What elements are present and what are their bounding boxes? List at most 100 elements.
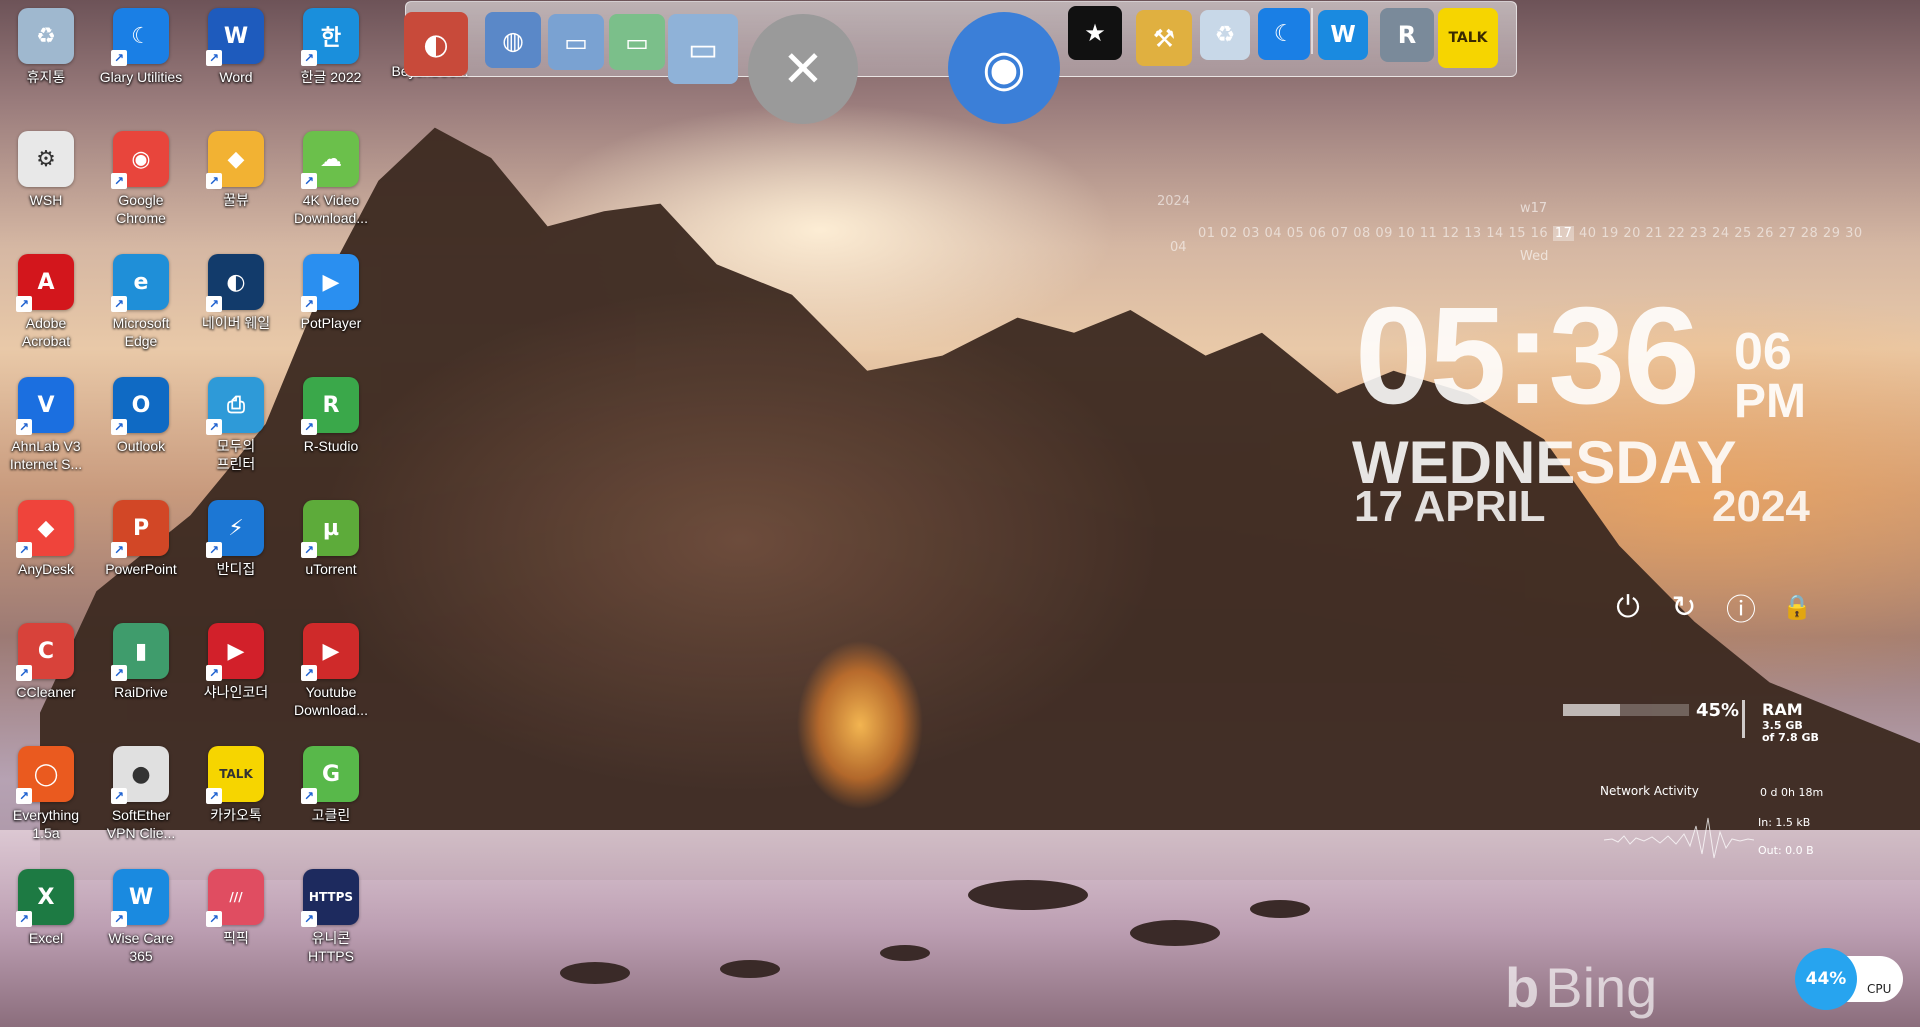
desktop-icon[interactable]: ▶ ↗ 샤나인코더 [190,615,282,701]
desktop-icon[interactable]: R ↗ R-Studio [285,369,377,455]
desktop-icon[interactable]: ⎙ ↗ 모두의 프린터 [190,369,282,473]
desktop-icon[interactable]: ☁ ↗ 4K Video Download... [285,123,377,227]
dock-globe-icon[interactable]: ◉ [948,12,1060,124]
dock-hammer-icon[interactable]: ⚒ [1136,10,1192,66]
shortcut-arrow-icon: ↗ [301,50,317,66]
desktop-icon[interactable]: O ↗ Outlook [95,369,187,455]
desktop-icon[interactable]: ♻ 휴지통 [0,0,92,86]
network-in: In: 1.5 kB [1758,816,1811,829]
dock-recycle-icon[interactable]: ♻ [1200,10,1250,60]
ram-separator [1742,700,1745,738]
ram-usage-bar [1563,704,1689,716]
desktop-icon[interactable]: C ↗ CCleaner [0,615,92,701]
desktop-icon[interactable]: 한 ↗ 한글 2022 [285,0,377,86]
desktop-icon-label: 픽픽 [223,930,249,946]
desktop-icon-image: ///↗ [206,869,264,927]
shortcut-arrow-icon: ↗ [16,665,32,681]
desktop-icon[interactable]: ▶ ↗ Youtube Download... [285,615,377,719]
dock-kakaotalk-icon[interactable]: TALK [1438,8,1498,68]
cpu-widget[interactable]: 44% CPU [1795,948,1905,1010]
desktop-icon[interactable]: ◉ ↗ Google Chrome [95,123,187,227]
desktop-icon-label: 샤나인코더 [203,684,269,700]
dock-folder-green-icon[interactable]: ▭ [609,14,665,70]
dock-folder-open-icon[interactable]: ▭ [668,14,738,84]
shortcut-arrow-icon: ↗ [301,788,317,804]
dock-tools-icon[interactable]: ✕ [748,14,858,124]
desktop-icon[interactable]: X ↗ Excel [0,861,92,947]
shortcut-arrow-icon: ↗ [206,173,222,189]
desktop-icon-image: ⎙ ↗ [206,377,264,435]
desktop-icon-image: e ↗ [111,254,169,312]
desktop-icon-image: ⚙ [18,131,74,187]
desktop-icon-label: WSH [29,192,63,208]
desktop-icon[interactable]: ⚡ ↗ 반디집 [190,492,282,578]
shortcut-arrow-icon: ↗ [111,665,127,681]
dock-wise-icon[interactable]: W [1318,10,1368,60]
desktop-icon-image: W ↗ [111,869,169,927]
desktop-icon[interactable]: ◆ ↗ AnyDesk [0,492,92,578]
desktop-icon[interactable]: W ↗ Wise Care 365 [95,861,187,965]
dock-glary-icon[interactable]: ☾ [1258,8,1310,60]
bing-watermark: b Bing [1505,955,1657,1020]
dock-folder-icon[interactable]: ▭ [548,14,604,70]
desktop-icon[interactable]: TALK ↗ 카카오톡 [190,738,282,824]
desktop-icon[interactable]: ///↗ 픽픽 [190,861,282,947]
shortcut-arrow-icon: ↗ [111,296,127,312]
shortcut-arrow-icon: ↗ [206,665,222,681]
shortcut-arrow-icon: ↗ [16,419,32,435]
desktop-icon[interactable]: ▶ ↗ PotPlayer [285,246,377,332]
desktop-icon[interactable]: ◯ ↗ Everything 1.5a [0,738,92,842]
desktop-icon[interactable]: P ↗ PowerPoint [95,492,187,578]
shortcut-arrow-icon: ↗ [16,788,32,804]
shortcut-arrow-icon: ↗ [16,911,32,927]
desktop-icon-image: ▶ ↗ [301,623,359,681]
ram-percent: 45% [1696,700,1740,721]
desktop-icon[interactable]: W ↗ Word [190,0,282,86]
shortcut-arrow-icon: ↗ [301,419,317,435]
shortcut-arrow-icon: ↗ [111,911,127,927]
network-out: Out: 0.0 B [1758,844,1814,857]
logoff-icon[interactable]: ⓘ [1722,588,1760,628]
desktop-icon[interactable]: G ↗ 고클린 [285,738,377,824]
calendar-days-before: 01 02 03 04 05 06 07 08 09 10 11 12 13 1… [1198,226,1549,241]
shortcut-arrow-icon: ↗ [301,665,317,681]
desktop-icon-label: 유니콘 HTTPS [308,930,354,964]
desktop-icon-image: 한 ↗ [301,8,359,66]
desktop-icon-image: HTTPS ↗ [301,869,359,927]
dock-tshirt-icon[interactable]: ★ [1068,6,1122,60]
desktop-icon[interactable]: ◐ ↗ 네이버 웨일 [190,246,282,332]
desktop-icon[interactable]: ◆ ↗ 꿀뷰 [190,123,282,209]
dock-network-icon[interactable]: ◍ [485,12,541,68]
shortcut-arrow-icon: ↗ [301,911,317,927]
dock-rstudio-icon[interactable]: R [1380,8,1434,62]
desktop-icon-image: ◯ ↗ [16,746,74,804]
desktop-icon[interactable]: ● ↗ SoftEther VPN Clie... [95,738,187,842]
desktop-icon-label: Youtube Download... [294,684,368,718]
restart-icon[interactable]: ↻ [1665,588,1703,626]
wallpaper-stone [1130,920,1220,946]
desktop-icon-label: Outlook [116,438,166,454]
dock-beyondcompare-icon[interactable]: ◐ [404,12,468,76]
desktop-icon[interactable]: ⚙ WSH [0,123,92,209]
desktop-icon[interactable]: µ ↗ uTorrent [285,492,377,578]
desktop-icon-image: ▮ ↗ [111,623,169,681]
desktop-icon-image: O ↗ [111,377,169,435]
wallpaper-stone [720,960,780,978]
wallpaper-stone [560,962,630,984]
lock-icon[interactable]: 🔒 [1778,588,1816,626]
desktop-icon[interactable]: ▮ ↗ RaiDrive [95,615,187,701]
desktop-icon[interactable]: V ↗ AhnLab V3 Internet S... [0,369,92,473]
desktop-icon-label: 고클린 [311,807,351,823]
desktop-icon-label: Word [219,69,253,85]
desktop-icon[interactable]: A ↗ Adobe Acrobat [0,246,92,350]
shutdown-icon[interactable]: ⏻ [1609,588,1647,626]
desktop-icon-image: ◆ ↗ [16,500,74,558]
ram-label: RAM [1762,700,1803,719]
desktop-icon[interactable]: HTTPS ↗ 유니콘 HTTPS [285,861,377,965]
cpu-label: CPU [1867,982,1892,996]
desktop-icon-image: C ↗ [16,623,74,681]
desktop-icon[interactable]: ☾ ↗ Glary Utilities [95,0,187,86]
desktop-icon-label: SoftEther VPN Clie... [106,807,176,841]
shortcut-arrow-icon: ↗ [206,542,222,558]
desktop-icon[interactable]: e ↗ Microsoft Edge [95,246,187,350]
